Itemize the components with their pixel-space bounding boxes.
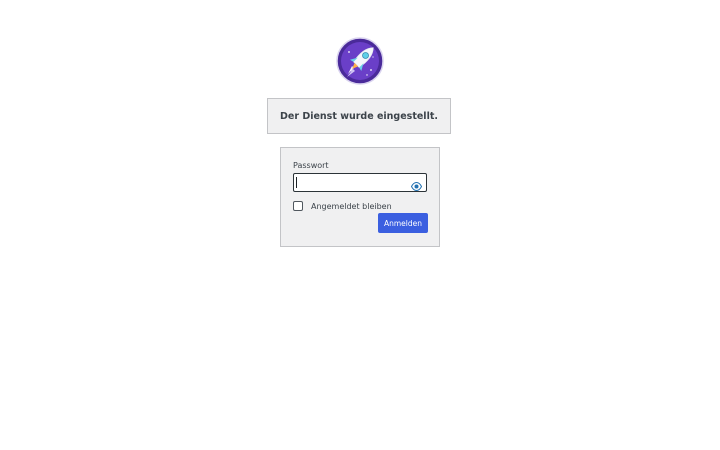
remember-me[interactable]: Angemeldet bleiben — [293, 201, 392, 211]
remember-label: Angemeldet bleiben — [311, 201, 392, 211]
remember-checkbox[interactable] — [293, 201, 303, 211]
site-logo — [336, 37, 384, 85]
rocket-icon — [336, 37, 384, 85]
password-input[interactable] — [294, 174, 406, 191]
login-button[interactable]: Anmelden — [378, 213, 428, 233]
login-form: Passwort Angemeldet bleiben Anmelden — [280, 147, 440, 247]
eye-icon[interactable] — [410, 177, 423, 192]
text-caret — [296, 177, 297, 188]
password-label: Passwort — [293, 161, 329, 170]
password-field[interactable] — [293, 173, 427, 192]
notice-text: Der Dienst wurde eingestellt. — [280, 110, 438, 122]
service-notice: Der Dienst wurde eingestellt. — [267, 98, 451, 134]
